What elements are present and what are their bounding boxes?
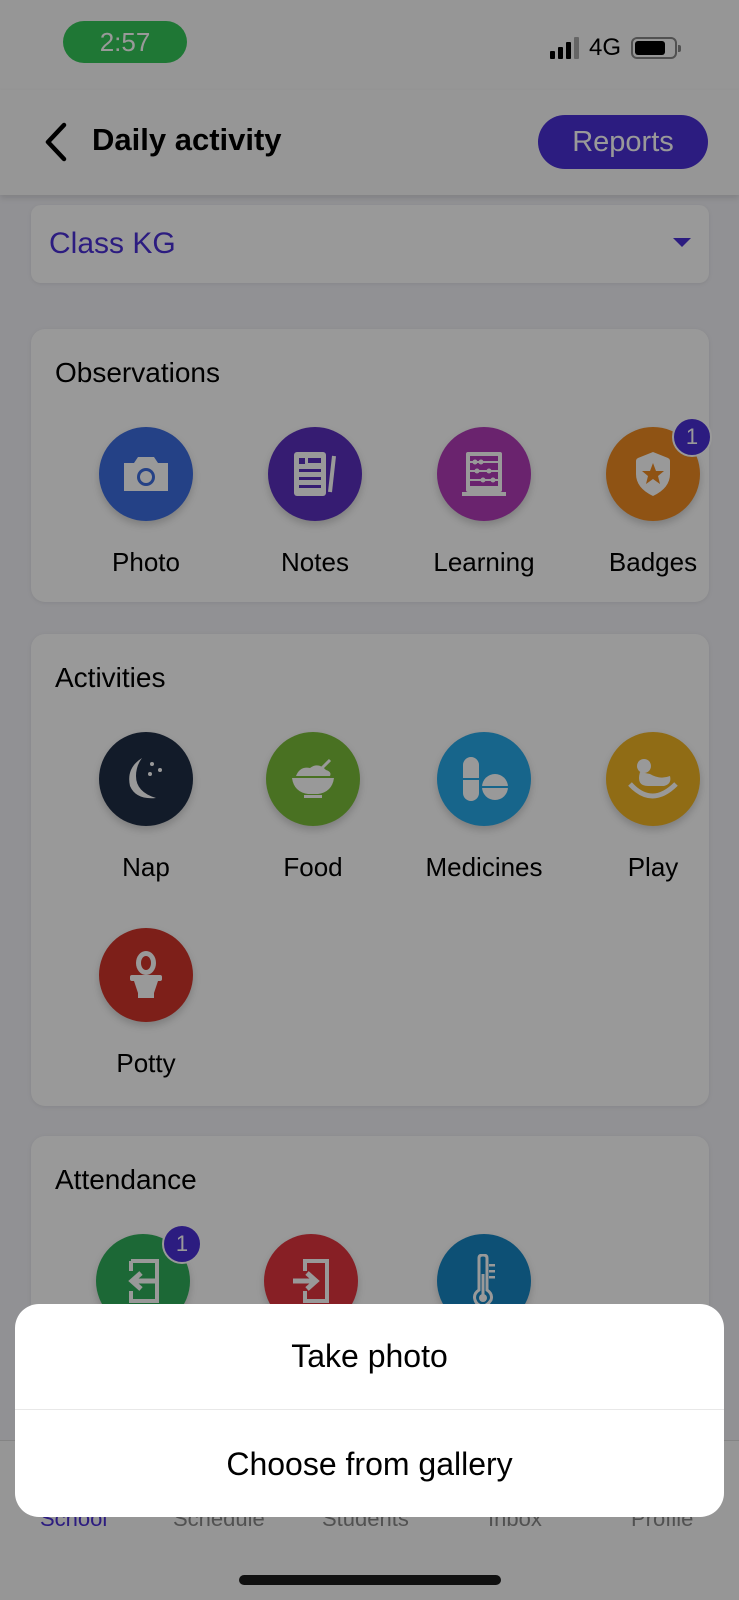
choose-from-gallery-button[interactable]: Choose from gallery	[15, 1411, 724, 1517]
photo-action-sheet: Take photo Choose from gallery	[15, 1304, 724, 1517]
take-photo-button[interactable]: Take photo	[15, 1304, 724, 1410]
home-indicator	[239, 1575, 501, 1585]
screen: 2:57 4G Daily activity Reports Class KG …	[0, 0, 739, 1600]
